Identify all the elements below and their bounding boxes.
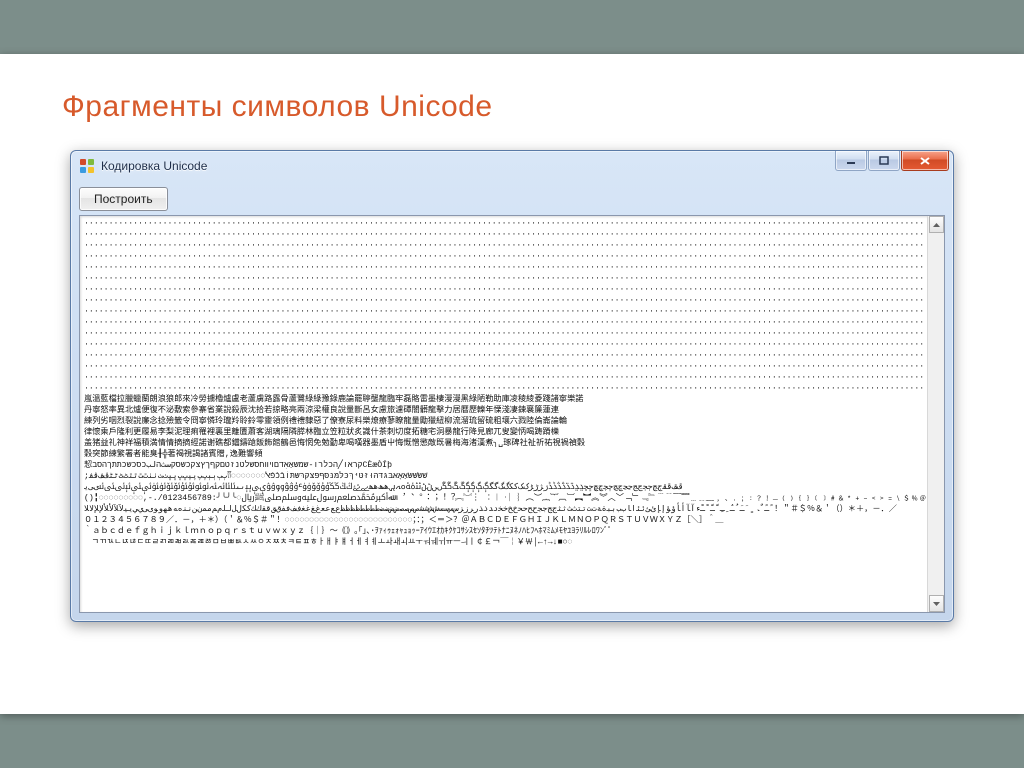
build-button[interactable]: Построить bbox=[79, 187, 168, 211]
window-controls bbox=[834, 151, 949, 171]
window-title: Кодировка Unicode bbox=[101, 159, 207, 173]
output-content: ········································… bbox=[84, 218, 926, 610]
minimize-button[interactable] bbox=[835, 151, 867, 171]
maximize-icon bbox=[879, 156, 889, 166]
close-icon bbox=[919, 156, 931, 166]
chevron-down-icon bbox=[933, 602, 940, 606]
chevron-up-icon bbox=[933, 223, 940, 227]
minimize-icon bbox=[846, 156, 856, 166]
slide-card: Фрагменты символов Unicode Кодировка Uni… bbox=[0, 54, 1024, 714]
vertical-scrollbar[interactable] bbox=[927, 216, 944, 612]
toolbar: Построить bbox=[71, 181, 953, 211]
slide-title: Фрагменты символов Unicode bbox=[62, 90, 493, 124]
slide-background: Фрагменты символов Unicode Кодировка Uni… bbox=[0, 0, 1024, 768]
app-icon bbox=[79, 158, 95, 174]
app-window: Кодировка Unicode bbox=[70, 150, 954, 622]
scroll-down-button[interactable] bbox=[929, 595, 944, 612]
output-textbox[interactable]: ········································… bbox=[79, 215, 945, 613]
close-button[interactable] bbox=[901, 151, 949, 171]
titlebar[interactable]: Кодировка Unicode bbox=[71, 151, 953, 181]
maximize-button[interactable] bbox=[868, 151, 900, 171]
scroll-up-button[interactable] bbox=[929, 216, 944, 233]
